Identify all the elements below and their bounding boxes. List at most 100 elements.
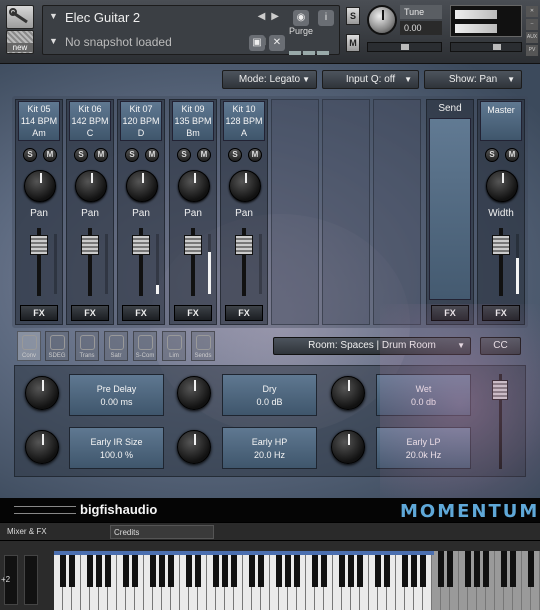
purge-menu[interactable]: Purge bbox=[289, 26, 313, 36]
mute-button[interactable]: M bbox=[346, 34, 360, 52]
dry-knob[interactable] bbox=[177, 376, 211, 410]
pan-knob[interactable] bbox=[229, 170, 261, 202]
volume-fader[interactable] bbox=[81, 235, 99, 255]
mode-dropdown[interactable]: Mode: Legato ▼ bbox=[222, 70, 317, 89]
black-key[interactable] bbox=[474, 551, 480, 587]
instrument-nav-arrows[interactable]: ◀▶ bbox=[258, 11, 285, 22]
tune-value[interactable]: 0.00 bbox=[400, 21, 442, 35]
volume-fader[interactable] bbox=[30, 235, 48, 255]
early-hp-display[interactable]: Early HP 20.0 Hz bbox=[222, 427, 317, 469]
instrument-name[interactable]: Elec Guitar 2 bbox=[65, 10, 140, 25]
black-key[interactable] bbox=[186, 551, 192, 587]
black-key[interactable] bbox=[312, 551, 318, 587]
black-key[interactable] bbox=[132, 551, 138, 587]
input-q-dropdown[interactable]: Input Q: off ▼ bbox=[322, 70, 419, 89]
channel-mute-button[interactable]: M bbox=[248, 148, 262, 162]
tab-s-com[interactable]: S-Com bbox=[133, 331, 157, 361]
early-ir-size-display[interactable]: Early IR Size 100.0 % bbox=[69, 427, 164, 469]
black-key[interactable] bbox=[339, 551, 345, 587]
black-key[interactable] bbox=[249, 551, 255, 587]
pan-knob[interactable] bbox=[126, 170, 158, 202]
channel-mute-button[interactable]: M bbox=[94, 148, 108, 162]
wet-display[interactable]: Wet 0.0 db bbox=[376, 374, 471, 416]
tune-knob[interactable] bbox=[367, 5, 397, 35]
channel-header[interactable]: Kit 10 128 BPM A bbox=[223, 101, 265, 141]
black-key[interactable] bbox=[420, 551, 426, 587]
black-key[interactable] bbox=[123, 551, 129, 587]
master-solo-button[interactable]: S bbox=[485, 148, 499, 162]
volume-fader[interactable] bbox=[235, 235, 253, 255]
piano-keyboard[interactable] bbox=[54, 551, 540, 610]
early-hp-knob[interactable] bbox=[177, 430, 211, 464]
delete-icon[interactable]: ✕ bbox=[269, 35, 285, 51]
tab-satr[interactable]: Satr bbox=[104, 331, 128, 361]
pre-delay-display[interactable]: Pre Delay 0.00 ms bbox=[69, 374, 164, 416]
fx-button[interactable]: FX bbox=[225, 305, 263, 321]
channel-header[interactable]: Kit 05 114 BPM Am bbox=[18, 101, 60, 141]
tab-conv[interactable]: Conv bbox=[17, 331, 41, 361]
volume-fader[interactable] bbox=[184, 235, 202, 255]
black-key[interactable] bbox=[159, 551, 165, 587]
snapshot-name[interactable]: No snapshot loaded bbox=[65, 35, 172, 49]
tab-trans[interactable]: Trans bbox=[75, 331, 99, 361]
black-key[interactable] bbox=[150, 551, 156, 587]
channel-solo-button[interactable]: S bbox=[228, 148, 242, 162]
fx-button[interactable]: FX bbox=[122, 305, 160, 321]
black-key[interactable] bbox=[528, 551, 534, 587]
master-fader[interactable] bbox=[492, 235, 510, 255]
channel-solo-button[interactable]: S bbox=[23, 148, 37, 162]
black-key[interactable] bbox=[348, 551, 354, 587]
black-key[interactable] bbox=[375, 551, 381, 587]
black-key[interactable] bbox=[231, 551, 237, 587]
solo-button[interactable]: S bbox=[346, 7, 360, 25]
mod-wheel[interactable] bbox=[24, 555, 38, 605]
volume-fader[interactable] bbox=[132, 235, 150, 255]
pv-tag[interactable]: PV bbox=[526, 45, 538, 56]
black-key[interactable] bbox=[195, 551, 201, 587]
channel-header[interactable]: Kit 06 142 BPM C bbox=[69, 101, 111, 141]
collapse-arrow-icon[interactable]: ▼ bbox=[49, 11, 58, 21]
master-header[interactable]: Master bbox=[480, 101, 522, 141]
tab-credits[interactable]: Credits bbox=[110, 525, 214, 539]
wet-knob[interactable] bbox=[331, 376, 365, 410]
show-dropdown[interactable]: Show: Pan ▼ bbox=[424, 70, 522, 89]
early-lp-display[interactable]: Early LP 20.0k Hz bbox=[376, 427, 471, 469]
save-icon[interactable]: ▣ bbox=[249, 35, 265, 51]
tab-mixer-fx[interactable]: Mixer & FX bbox=[4, 525, 104, 539]
master-fx-button[interactable]: FX bbox=[482, 305, 520, 321]
tab-sends[interactable]: Sends bbox=[191, 331, 215, 361]
fx-button[interactable]: FX bbox=[174, 305, 212, 321]
reverb-fader[interactable] bbox=[492, 380, 508, 400]
black-key[interactable] bbox=[465, 551, 471, 587]
fx-button[interactable]: FX bbox=[71, 305, 109, 321]
channel-header[interactable]: Kit 09 135 BPM Bm bbox=[172, 101, 214, 141]
black-key[interactable] bbox=[258, 551, 264, 587]
black-key[interactable] bbox=[105, 551, 111, 587]
black-key[interactable] bbox=[276, 551, 282, 587]
info-icon[interactable]: i bbox=[318, 10, 334, 26]
black-key[interactable] bbox=[501, 551, 507, 587]
pan-slider[interactable] bbox=[367, 42, 442, 52]
black-key[interactable] bbox=[438, 551, 444, 587]
black-key[interactable] bbox=[402, 551, 408, 587]
pre-delay-knob[interactable] bbox=[25, 376, 59, 410]
aux-tag[interactable]: AUX bbox=[526, 32, 538, 43]
black-key[interactable] bbox=[483, 551, 489, 587]
channel-solo-button[interactable]: S bbox=[177, 148, 191, 162]
black-key[interactable] bbox=[96, 551, 102, 587]
early-ir-size-knob[interactable] bbox=[25, 430, 59, 464]
volume-slider[interactable] bbox=[450, 42, 522, 52]
tab-lim[interactable]: Lim bbox=[162, 331, 186, 361]
fx-button[interactable]: FX bbox=[20, 305, 58, 321]
black-key[interactable] bbox=[222, 551, 228, 587]
black-key[interactable] bbox=[69, 551, 75, 587]
wrench-icon[interactable] bbox=[6, 5, 34, 29]
channel-solo-button[interactable]: S bbox=[74, 148, 88, 162]
pan-knob[interactable] bbox=[178, 170, 210, 202]
channel-mute-button[interactable]: M bbox=[145, 148, 159, 162]
black-key[interactable] bbox=[510, 551, 516, 587]
dry-display[interactable]: Dry 0.0 dB bbox=[222, 374, 317, 416]
snapshot-menu-icon[interactable]: ▼ bbox=[49, 36, 58, 46]
early-lp-knob[interactable] bbox=[331, 430, 365, 464]
master-mute-button[interactable]: M bbox=[505, 148, 519, 162]
